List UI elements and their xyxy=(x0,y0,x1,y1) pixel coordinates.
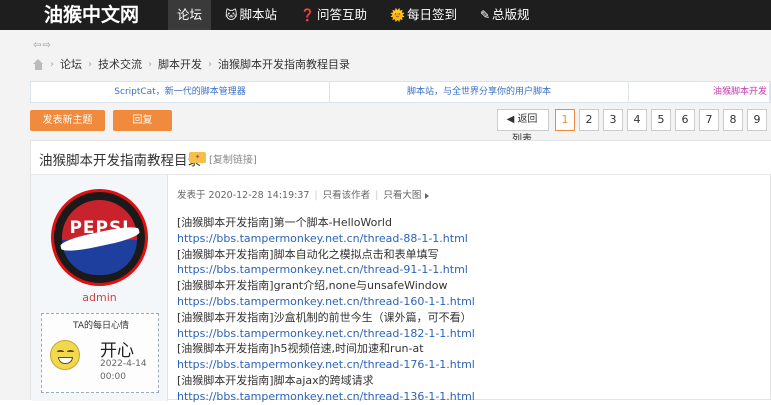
thread-badge-icon: ✦ xyxy=(189,152,206,163)
happy-face-icon xyxy=(50,340,80,370)
ad-link-scriptcat[interactable]: ScriptCat，新一代的脚本管理器 xyxy=(31,82,330,102)
post-link[interactable]: https://bbs.tampermonkey.net.cn/thread-1… xyxy=(177,294,767,310)
main-nav: 论坛 🐱 脚本站 ❓ 问答互助 🌞 每日签到 ✎ 总版规 xyxy=(168,0,544,30)
history-arrows-icon[interactable]: ⇦⇨ xyxy=(33,40,52,51)
avatar-logo-text: PEPSI xyxy=(69,218,130,238)
author-name[interactable]: admin xyxy=(31,291,168,304)
post-link[interactable]: https://bbs.tampermonkey.net.cn/thread-8… xyxy=(177,231,767,247)
nav-item-label: 论坛 xyxy=(177,7,203,22)
thread-title: 油猴脚本开发指南教程目录 xyxy=(39,153,201,169)
post-body: 发表于 2020-12-28 14:19:37 | 只看该作者 | 只看大图 [油猴脚本… xyxy=(169,175,771,403)
post-link[interactable]: https://bbs.tampermonkey.net.cn/thread-9… xyxy=(177,262,767,278)
home-icon[interactable] xyxy=(33,58,44,70)
breadcrumb: › 论坛 › 技术交流 › 脚本开发 › 油猴脚本开发指南教程目录 xyxy=(33,57,350,71)
thread-title-row: 油猴脚本开发指南教程目录 ✦ [复制链接] xyxy=(31,141,771,175)
only-author-link[interactable]: 只看该作者 xyxy=(323,190,371,201)
post-text-line: [油猴脚本开发指南]脚本ajax的跨域请求 xyxy=(177,373,374,387)
cat-icon: 🐱 xyxy=(225,8,238,22)
question-icon: ❓ xyxy=(300,8,315,22)
face-eye xyxy=(57,350,64,353)
top-navbar: 油猴中文网 论坛 🐱 脚本站 ❓ 问答互助 🌞 每日签到 ✎ 总版规 xyxy=(0,0,771,30)
post-meta: 发表于 2020-12-28 14:19:37 | 只看该作者 | 只看大图 xyxy=(177,187,430,201)
nav-item-3[interactable]: 🌞 每日签到 xyxy=(381,0,466,30)
mood-date: 2022-4-14 00:00 xyxy=(100,359,147,382)
post-link[interactable]: https://bbs.tampermonkey.net.cn/thread-1… xyxy=(177,357,767,373)
post-container: 油猴脚本开发指南教程目录 ✦ [复制链接] PEPSI admin TA的每日心… xyxy=(30,140,771,403)
ad-link-dev[interactable]: 油猴脚本开发 xyxy=(629,82,770,102)
breadcrumb-separator: › xyxy=(50,58,54,70)
breadcrumb-item-forum[interactable]: 论坛 xyxy=(60,56,82,72)
page-button-1[interactable]: 1 xyxy=(555,109,575,131)
post-time: 发表于 2020-12-28 14:19:37 xyxy=(177,190,310,201)
author-sidebar: PEPSI admin TA的每日心情 开心 2022-4-14 00:00 xyxy=(31,175,168,401)
page-button-4[interactable]: 4 xyxy=(627,109,647,131)
post-text-line: [油猴脚本开发指南]沙盒机制的前世今生（课外篇，可不看） xyxy=(177,310,472,324)
big-image-link[interactable]: 只看大图 xyxy=(383,190,421,201)
breadcrumb-separator: › xyxy=(208,58,212,70)
nav-item-label: 问答互助 xyxy=(317,7,368,22)
sun-icon: 🌞 xyxy=(390,8,405,22)
page-button-6[interactable]: 6 xyxy=(675,109,695,131)
page-button-2[interactable]: 2 xyxy=(579,109,599,131)
nav-item-0[interactable]: 论坛 xyxy=(168,0,212,30)
post-text-line: [油猴脚本开发指南]脚本自动化之模拟点击和表单填写 xyxy=(177,247,439,261)
ad-link-script-site[interactable]: 脚本站，与全世界分享你的用户脚本 xyxy=(330,82,629,102)
post-text-line: [油猴脚本开发指南]h5视频倍速,时间加速和run-at xyxy=(177,342,424,356)
new-thread-button[interactable]: 发表新主题 xyxy=(30,110,105,131)
page-button-7[interactable]: 7 xyxy=(699,109,719,131)
page-button-3[interactable]: 3 xyxy=(603,109,623,131)
page-button-8[interactable]: 8 xyxy=(723,109,743,131)
ad-banner-bar: ScriptCat，新一代的脚本管理器 脚本站，与全世界分享你的用户脚本 油猴脚… xyxy=(30,81,771,103)
post-content: [油猴脚本开发指南]第一个脚本-HelloWorld https://bbs.ta… xyxy=(177,215,767,405)
breadcrumb-separator: › xyxy=(148,58,152,70)
post-link[interactable]: https://bbs.tampermonkey.net.cn/thread-1… xyxy=(177,389,767,405)
meta-separator: | xyxy=(314,190,318,201)
reply-button[interactable]: 回复 xyxy=(113,110,172,131)
pagination: ◀ 返回列表 123456789 xyxy=(497,109,771,145)
avatar[interactable]: PEPSI xyxy=(51,189,148,286)
back-to-list-button[interactable]: ◀ 返回列表 xyxy=(497,109,549,145)
post-text-line: [油猴脚本开发指南]grant介绍,none与unsafeWindow xyxy=(177,279,448,293)
play-triangle-icon xyxy=(425,192,430,199)
nav-item-1[interactable]: 🐱 脚本站 xyxy=(216,0,286,30)
pencil-icon: ✎ xyxy=(479,8,491,22)
nav-item-label: 每日签到 xyxy=(406,7,457,22)
nav-item-label: 总版规 xyxy=(492,7,530,22)
nav-item-4[interactable]: ✎ 总版规 xyxy=(471,0,539,30)
post-text-line: [油猴脚本开发指南]第一个脚本-HelloWorld xyxy=(177,216,392,229)
site-logo[interactable]: 油猴中文网 xyxy=(44,2,139,28)
back-arrow-icon: ◀ xyxy=(506,114,518,125)
nav-item-2[interactable]: ❓ 问答互助 xyxy=(291,0,376,30)
daily-mood-box: TA的每日心情 开心 2022-4-14 00:00 xyxy=(41,313,159,393)
mood-title: TA的每日心情 xyxy=(73,321,129,331)
nav-item-label: 脚本站 xyxy=(239,7,278,22)
breadcrumb-item-thread[interactable]: 油猴脚本开发指南教程目录 xyxy=(218,56,350,72)
breadcrumb-separator: › xyxy=(88,58,92,70)
breadcrumb-item-script-dev[interactable]: 脚本开发 xyxy=(158,56,202,72)
face-eye xyxy=(67,350,74,353)
copy-link-button[interactable]: [复制链接] xyxy=(209,151,257,166)
page-button-9[interactable]: 9 xyxy=(747,109,767,131)
breadcrumb-item-tech[interactable]: 技术交流 xyxy=(98,56,142,72)
post-link[interactable]: https://bbs.tampermonkey.net.cn/thread-1… xyxy=(177,326,767,342)
page-button-5[interactable]: 5 xyxy=(651,109,671,131)
meta-separator: | xyxy=(375,190,379,201)
face-mouth xyxy=(58,357,73,364)
